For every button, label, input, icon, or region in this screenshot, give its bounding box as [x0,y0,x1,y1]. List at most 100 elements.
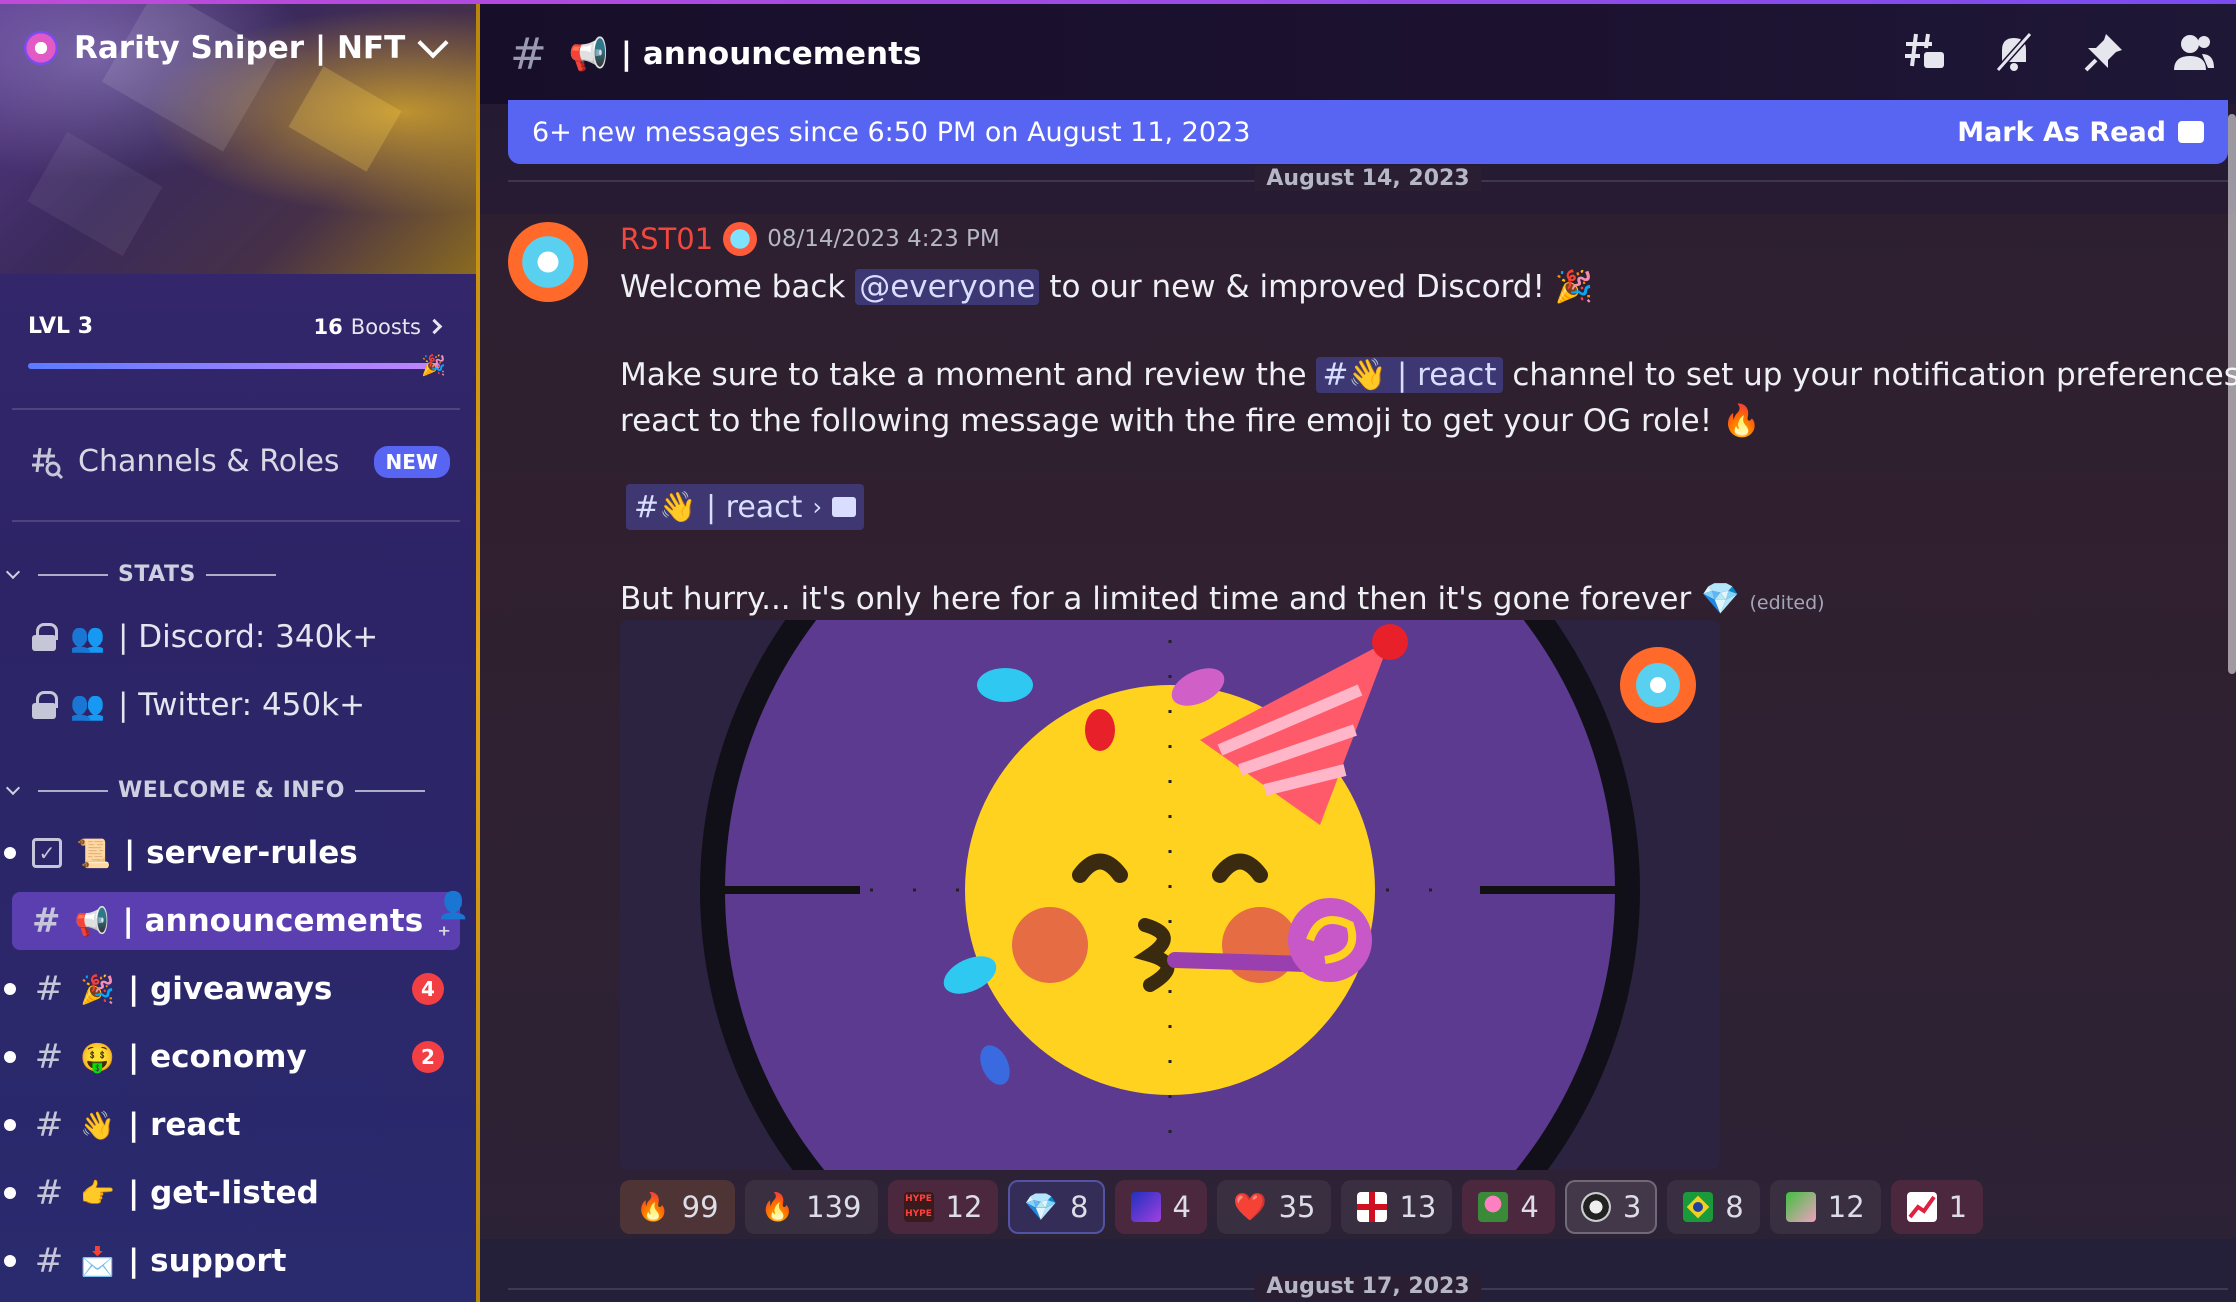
reaction-frog[interactable]: 12 [1769,1180,1881,1234]
unread-indicator [4,847,16,859]
reaction-england-flag[interactable]: 13 [1341,1180,1453,1234]
reaction-hype[interactable]: HYPE HYPE 12 [887,1180,999,1234]
category-welcome-info[interactable]: WELCOME & INFO [5,778,425,803]
boost-count-number: 16 [313,314,343,339]
channel-link-label: #👋 | react [634,489,803,525]
reaction-coin[interactable]: 3 [1564,1180,1658,1234]
rules-check-icon: ✓ [32,838,62,868]
chevron-down-icon[interactable] [417,27,449,59]
channel-label: | economy [128,1039,307,1075]
new-messages-text: 6+ new messages since 6:50 PM on August … [532,116,1251,148]
channel-label: | announcements [122,903,424,939]
busts-icon: 👥 [70,688,105,722]
channel-support[interactable]: # 📩 | support [4,1232,460,1290]
message-bubble-icon [832,497,857,517]
mention-badge: 2 [412,1041,444,1073]
chat-scrollbar[interactable] [2228,114,2236,674]
mark-as-read-button[interactable]: Mark As Read [1957,117,2204,148]
add-member-icon[interactable]: 👤⁺ [437,891,469,951]
category-line [354,789,425,792]
reaction-chart[interactable]: 1 [1890,1180,1984,1234]
server-header[interactable]: Rarity Sniper | NFT [24,27,449,66]
channel-twitter-stats[interactable]: 👥 | Twitter: 450k+ [12,676,460,734]
message-image[interactable] [620,620,1720,1170]
reaction-wizard[interactable]: 4 [1114,1180,1207,1234]
party-popper-icon: 🎉 [421,353,446,377]
server-icon [24,31,58,65]
message-text: channel to set up your notification pref… [1502,357,2236,393]
channel-react[interactable]: # 👋 | react [4,1096,460,1154]
banner-shard [27,131,163,257]
reaction-count: 35 [1278,1190,1316,1224]
category-line [38,573,108,576]
reaction-frog-heart[interactable]: 4 [1462,1180,1555,1234]
reaction-count: 3 [1622,1190,1642,1224]
channel-title: | announcements [620,36,922,72]
mute-bell-icon[interactable] [1992,30,2036,74]
reaction-count: 4 [1172,1190,1191,1224]
channel-announcements[interactable]: # 📢 | announcements 👤⁺ [12,891,470,951]
reaction-diamond[interactable]: 💎 8 [1008,1180,1105,1234]
lock-icon [32,691,58,719]
chevron-down-icon [5,780,21,795]
category-stats[interactable]: STATS [5,562,276,587]
boost-progress-bar: 🎉 [28,353,446,377]
hash-icon: # [32,901,61,941]
channel-economy[interactable]: # 🤑 | economy 2 [4,1028,460,1086]
threads-icon[interactable] [1902,30,1946,74]
message-text: to our new & improved Discord! 🎉 [1039,269,1594,305]
channel-sidebar: Rarity Sniper | NFT LVL 3 16 Boosts 🎉 Ch… [0,4,476,1302]
channel-server-rules[interactable]: ✓ 📜 | server-rules [4,824,460,882]
everyone-mention[interactable]: @everyone [855,269,1040,305]
pin-icon[interactable] [2082,30,2126,74]
reaction-count: 1 [1948,1190,1968,1224]
reaction-count: 8 [1070,1190,1089,1224]
channel-get-listed[interactable]: # 👉 | get-listed [4,1164,460,1222]
member-list-icon[interactable] [2172,30,2216,74]
reaction-count: 12 [945,1190,983,1224]
reaction-fire[interactable]: 🔥 99 [620,1180,735,1234]
fire-icon: 🔥 [636,1192,670,1223]
boost-progress[interactable]: LVL 3 16 Boosts 🎉 [28,314,446,377]
divider [12,408,460,410]
unread-indicator [4,983,16,995]
reaction-heart[interactable]: ❤️ 35 [1216,1180,1332,1234]
message-line: Welcome back @everyone to our new & impr… [620,268,1593,305]
chat-area: # 📢 | announcements 6+ new messages sinc… [480,4,2236,1302]
message-header: RST01 08/14/2023 4:23 PM [620,222,1000,256]
chevron-right-icon: › [812,493,823,521]
channels-and-roles[interactable]: Channels & Roles NEW [30,444,450,479]
channel-giveaways[interactable]: # 🎉 | giveaways 4 [4,960,460,1018]
lock-icon [32,623,58,651]
message-text: Welcome back [620,269,856,305]
message-line: react to the following message with the … [620,402,1761,439]
boost-level: LVL 3 [28,314,94,339]
hash-icon: # [510,28,547,80]
channel-discord-stats[interactable]: 👥 | Discord: 340k+ [12,608,460,666]
brazil-flag-icon [1683,1192,1714,1222]
channel-link-react[interactable]: #👋 | react › [626,484,865,530]
channel-label: | giveaways [128,971,333,1007]
message-author[interactable]: RST01 [620,222,713,256]
channel-label: | server-rules [124,835,358,871]
server-name: Rarity Sniper | NFT [74,30,406,66]
hype-emote-icon: HYPE HYPE [903,1192,934,1222]
channel-mention-react[interactable]: #👋 | react [1316,357,1503,393]
date-separator: August 14, 2023 [508,166,2228,191]
banner-shard [288,66,402,172]
reaction-count: 99 [681,1190,719,1224]
channel-label: | Twitter: 450k+ [118,687,366,723]
banner-shard [101,4,279,152]
unread-indicator [4,1187,16,1199]
new-messages-bar[interactable]: 6+ new messages since 6:50 PM on August … [508,100,2228,164]
reaction-count: 139 [806,1190,862,1224]
reaction-brazil-flag[interactable]: 8 [1667,1180,1760,1234]
pointing-hand-icon: 👉 [80,1176,115,1210]
coin-emote-icon [1580,1192,1611,1222]
frog-emote-icon [1785,1192,1816,1222]
message-line: Make sure to take a moment and review th… [620,356,2236,393]
author-avatar[interactable] [508,222,588,302]
chevron-right-icon [426,318,443,335]
boost-count[interactable]: 16 Boosts [313,314,443,339]
reaction-fire-alt[interactable]: 🔥 139 [744,1180,878,1234]
